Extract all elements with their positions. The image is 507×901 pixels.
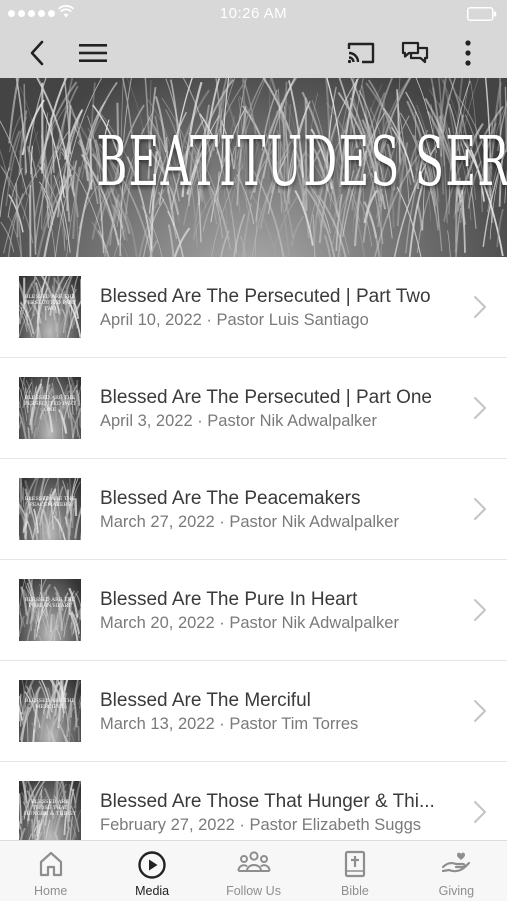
hamburger-icon xyxy=(79,44,107,62)
tab-follow-us-label: Follow Us xyxy=(226,884,281,898)
menu-button[interactable] xyxy=(77,28,109,78)
sermon-list-item[interactable]: Blessed Are The Persecuted Part One Bless… xyxy=(0,358,507,459)
sermon-thumbnail: Blessed Are The Persecuted Part One xyxy=(19,377,81,439)
sermon-list-item[interactable]: Blessed Are The Peacemakers Blessed Are T… xyxy=(0,459,507,560)
people-icon xyxy=(237,851,271,872)
sermon-title: Blessed Are The Pure In Heart xyxy=(100,589,358,610)
sermon-thumbnail: Blessed Are The Peacemakers xyxy=(19,478,81,540)
thumbnail-title: Blessed Are The Persecuted Part One xyxy=(23,395,76,413)
tab-giving[interactable]: Giving xyxy=(406,841,507,901)
thumbnail-title: Blessed Are The Merciful xyxy=(24,698,76,710)
bible-icon xyxy=(344,850,366,878)
status-bar: 10:26 AM xyxy=(0,0,507,28)
tab-home[interactable]: Home xyxy=(0,841,101,901)
cast-icon xyxy=(347,42,375,64)
grass-thumbnail-image xyxy=(19,478,81,540)
cast-button[interactable] xyxy=(344,28,378,78)
sermon-date-speaker: March 27, 2022 · Pastor Nik Adwalpalker xyxy=(100,513,399,531)
sermon-date-speaker: April 3, 2022 · Pastor Nik Adwalpalker xyxy=(100,412,377,430)
sermon-title: Blessed Are Those That Hunger & Thi... xyxy=(100,791,435,812)
status-time: 10:26 AM xyxy=(219,5,288,22)
chevron-right-icon xyxy=(474,700,486,722)
top-nav-bar xyxy=(0,28,507,78)
sermon-date-speaker: March 13, 2022 · Pastor Tim Torres xyxy=(100,715,359,733)
tab-media-label: Media xyxy=(135,884,170,898)
sermon-list-item[interactable]: Blessed Are The Merciful Blessed Are The … xyxy=(0,661,507,762)
grass-thumbnail-image xyxy=(19,680,81,742)
more-vertical-icon xyxy=(465,40,471,66)
sermon-title: Blessed Are The Persecuted | Part Two xyxy=(100,286,431,307)
chevron-right-icon xyxy=(474,801,486,823)
sermon-thumbnail: Blessed Are The Merciful xyxy=(19,680,81,742)
sermon-thumbnail: Blessed Are The Pure In Heart xyxy=(19,579,81,641)
sermon-date-speaker: March 20, 2022 · Pastor Nik Adwalpalker xyxy=(100,614,399,632)
sermon-list[interactable]: Blessed Are The Persecuted Part Two Bless… xyxy=(0,257,507,840)
sermon-title: Blessed Are The Merciful xyxy=(100,690,311,711)
series-title: Beatitudes Series xyxy=(96,123,507,202)
battery-icon xyxy=(467,7,497,21)
bottom-tab-bar: Home Media Follow Us Bible Giving xyxy=(0,840,507,901)
home-icon xyxy=(39,851,62,877)
chevron-right-icon xyxy=(474,296,486,318)
chat-bubbles-icon xyxy=(401,41,429,64)
thumbnail-title: Blessed Are Those That Hunger & Thirst xyxy=(23,799,77,817)
tab-bible-label: Bible xyxy=(341,884,369,898)
tab-giving-label: Giving xyxy=(438,884,475,898)
tab-home-label: Home xyxy=(34,884,68,898)
sermon-thumbnail: Blessed Are Those That Hunger & Thirst xyxy=(19,781,81,840)
sermon-date-speaker: February 27, 2022 · Pastor Elizabeth Sug… xyxy=(100,816,422,834)
chevron-right-icon xyxy=(474,599,486,621)
sermon-title: Blessed Are The Peacemakers xyxy=(100,488,361,509)
chevron-right-icon xyxy=(474,498,486,520)
tab-media[interactable]: Media xyxy=(101,841,202,901)
series-banner: Beatitudes Series xyxy=(0,78,507,257)
tab-bible[interactable]: Bible xyxy=(304,841,405,901)
sermon-list-item[interactable]: Blessed Are Those That Hunger & Thirst Bl… xyxy=(0,762,507,840)
play-circle-icon xyxy=(138,851,166,879)
sermon-list-item[interactable]: Blessed Are The Persecuted Part Two Bless… xyxy=(0,257,507,358)
sermon-list-item[interactable]: Blessed Are The Pure In Heart Blessed Are… xyxy=(0,560,507,661)
chevron-left-icon xyxy=(30,40,44,66)
sermon-thumbnail: Blessed Are The Persecuted Part Two xyxy=(19,276,81,338)
thumbnail-title: Blessed Are The Persecuted Part Two xyxy=(23,294,76,312)
thumbnail-title: Blessed Are The Pure In Heart xyxy=(24,597,76,609)
tab-follow-us[interactable]: Follow Us xyxy=(203,841,304,901)
grass-thumbnail-image xyxy=(19,579,81,641)
sermon-title: Blessed Are The Persecuted | Part One xyxy=(100,387,432,408)
chat-button[interactable] xyxy=(398,28,432,78)
thumbnail-title: Blessed Are The Peacemakers xyxy=(24,496,76,508)
more-options-button[interactable] xyxy=(456,28,480,78)
chevron-right-icon xyxy=(474,397,486,419)
sermon-date-speaker: April 10, 2022 · Pastor Luis Santiago xyxy=(100,311,369,329)
giving-hand-icon xyxy=(442,852,471,873)
back-button[interactable] xyxy=(22,28,52,78)
